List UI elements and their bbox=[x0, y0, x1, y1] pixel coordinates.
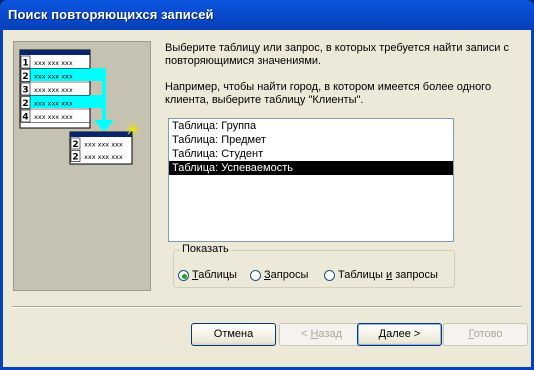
illustration-row-text: xxx xxx xxx bbox=[34, 73, 73, 81]
radio-both-label: Таблицы и запросы bbox=[338, 269, 438, 281]
button-separator bbox=[12, 306, 522, 308]
list-item[interactable]: Таблица: Группа bbox=[169, 119, 453, 133]
illustration-row-text: xxx xxx xxx bbox=[34, 86, 73, 94]
illustration-row-text: xxx xxx xxx bbox=[34, 100, 73, 108]
show-groupbox: Показать Таблицы Запросы Таблицы и запро… bbox=[173, 243, 455, 288]
list-item[interactable]: Таблица: Предмет bbox=[169, 133, 453, 147]
show-group-legend: Показать bbox=[180, 243, 231, 255]
next-button[interactable]: Далее > bbox=[357, 323, 442, 346]
illustration-row-text: xxx xxx xxx bbox=[34, 59, 73, 67]
cancel-button[interactable]: Отмена bbox=[191, 323, 276, 346]
example-text: Например, чтобы найти город, в котором и… bbox=[165, 81, 492, 106]
illustration-row-number: 2 bbox=[22, 72, 28, 82]
title-bar[interactable]: Поиск повторяющихся записей bbox=[0, 0, 534, 30]
radio-queries-label: Запросы bbox=[264, 269, 309, 281]
instructions: Выберите таблицу или запрос, в которых т… bbox=[165, 42, 525, 120]
radio-both-indicator[interactable] bbox=[324, 269, 335, 281]
illustration-row-number: 1 bbox=[22, 59, 28, 69]
list-item[interactable]: Таблица: Студент bbox=[169, 147, 453, 161]
back-button[interactable]: < Назад bbox=[279, 323, 364, 346]
dup-row-number: 2 bbox=[72, 153, 78, 163]
radio-queries-indicator[interactable] bbox=[250, 269, 261, 281]
radio-tables-and-queries[interactable]: Таблицы и запросы bbox=[324, 268, 438, 282]
radio-tables[interactable]: Таблицы bbox=[178, 268, 237, 282]
instruction-text: Выберите таблицу или запрос, в которых т… bbox=[165, 42, 510, 67]
window-title: Поиск повторяющихся записей bbox=[8, 7, 214, 22]
radio-tables-indicator[interactable] bbox=[178, 269, 189, 281]
duplicate-illustration: 1 xxx xxx xxx 2 xxx xxx xxx 3 xxx xxx xxx 2 xxx… bbox=[13, 41, 151, 291]
dialog-body: 1 xxx xxx xxx 2 xxx xxx xxx 3 xxx xxx xxx 2 xxx… bbox=[3, 30, 531, 367]
illustration-row-number: 3 bbox=[22, 86, 28, 96]
tables-listbox[interactable]: Таблица: Группа Таблица: Предмет Таблица: … bbox=[168, 118, 454, 242]
illustration-row-number: 2 bbox=[22, 99, 28, 109]
finish-button[interactable]: Готово bbox=[443, 323, 528, 346]
illustration-row-text: xxx xxx xxx bbox=[34, 113, 73, 121]
illustration-row-number: 4 bbox=[22, 113, 28, 123]
dup-row-text: xxx xxx xxx bbox=[84, 153, 123, 161]
list-item[interactable]: Таблица: Успеваемость bbox=[169, 161, 453, 175]
dup-row-text: xxx xxx xxx bbox=[84, 141, 123, 149]
radio-queries[interactable]: Запросы bbox=[250, 268, 308, 282]
dup-row-number: 2 bbox=[72, 140, 78, 150]
radio-tables-label: Таблицы bbox=[192, 269, 237, 281]
duplicate-records-icon: 1 xxx xxx xxx 2 xxx xxx xxx 3 xxx xxx xxx 2 xxx… bbox=[19, 49, 140, 165]
dialog-window: Поиск повторяющихся записей 1 xxx xxx xxx… bbox=[0, 0, 534, 370]
